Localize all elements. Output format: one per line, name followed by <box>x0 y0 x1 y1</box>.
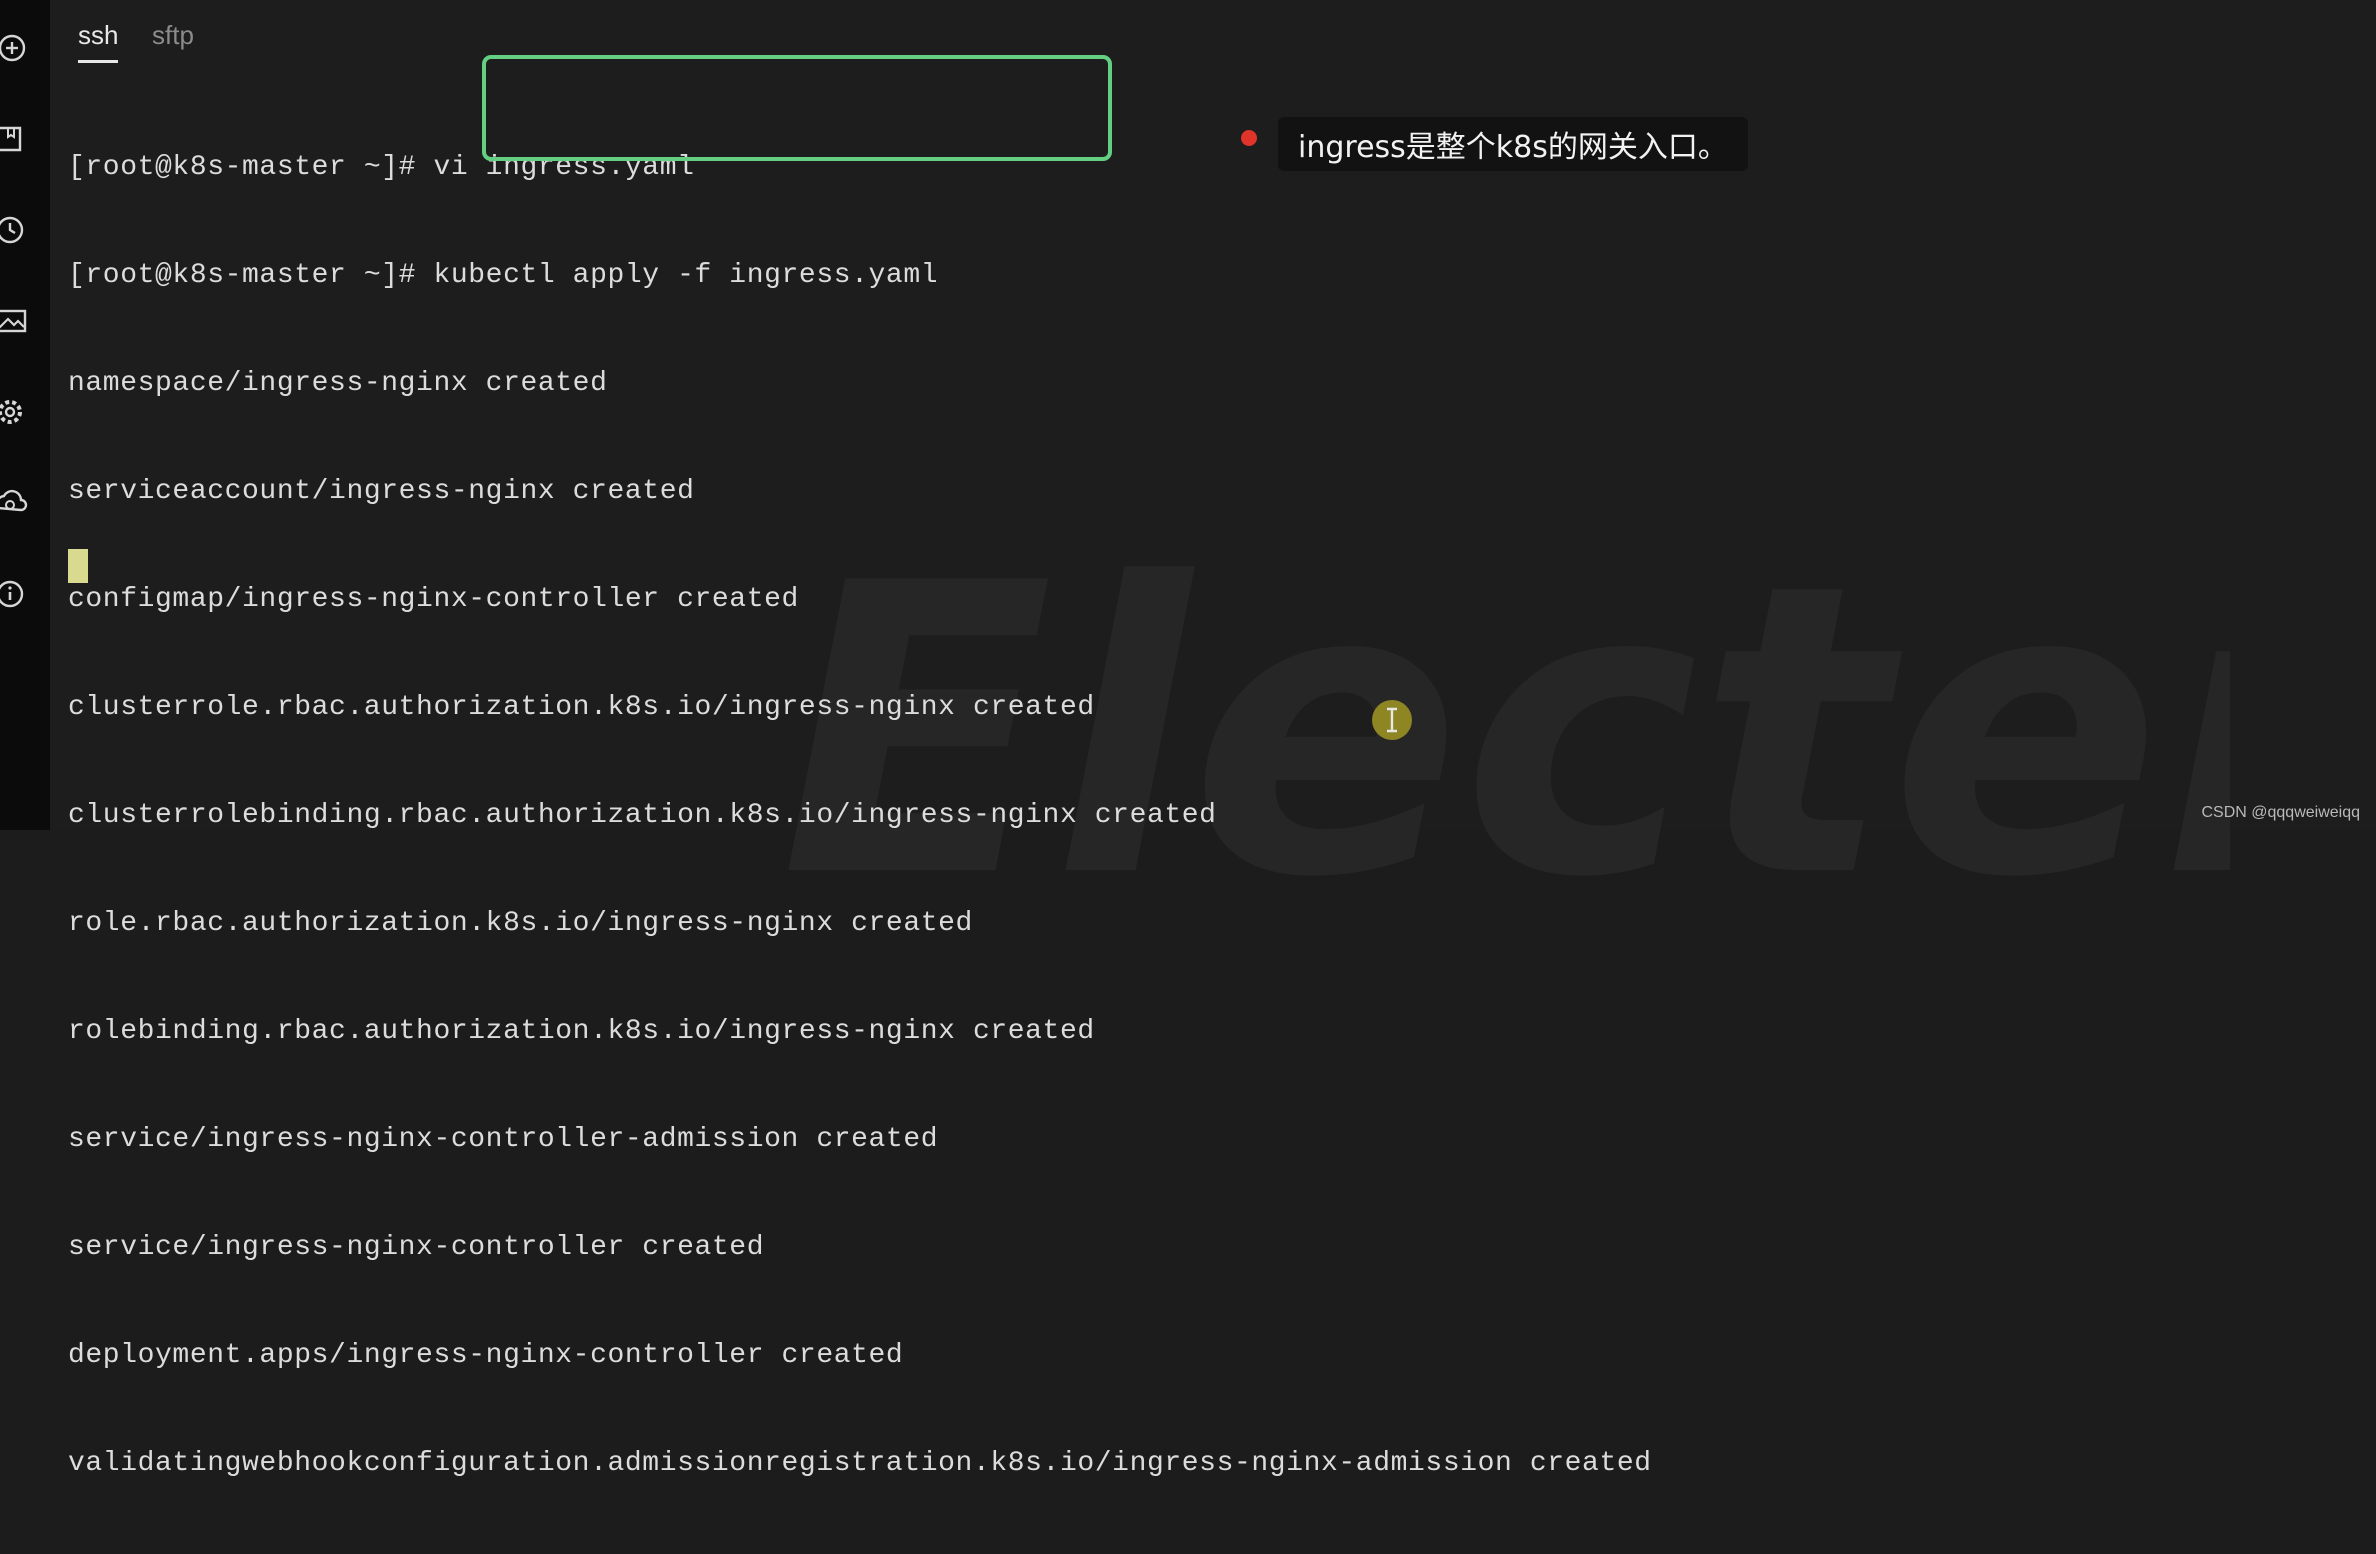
terminal-line: [root@k8s-master ~]# vi ingress.yaml <box>68 152 695 183</box>
left-sidebar <box>0 0 50 830</box>
tab-ssh[interactable]: ssh <box>78 20 119 63</box>
image-icon[interactable] <box>0 306 30 336</box>
history-icon[interactable] <box>0 215 30 245</box>
annotation-dot <box>1241 130 1257 146</box>
terminal-line: service/ingress-nginx-controller-admissi… <box>68 1124 939 1155</box>
terminal-pane[interactable]: ssh sftp Electerm [root@k8s-master ~]# v… <box>50 0 2376 1479</box>
terminal-line: validatingwebhookconfiguration.admission… <box>68 1448 1652 1479</box>
command-highlight-box <box>482 55 1112 161</box>
terminal-line: clusterrole.rbac.authorization.k8s.io/in… <box>68 692 1095 723</box>
cloud-sync-icon[interactable] <box>0 488 30 518</box>
text-cursor-icon <box>1372 700 1412 740</box>
add-icon[interactable] <box>0 33 30 63</box>
terminal-output[interactable]: [root@k8s-master ~]# vi ingress.yaml [ro… <box>68 78 2348 1554</box>
terminal-line: rolebinding.rbac.authorization.k8s.io/in… <box>68 1016 1095 1047</box>
terminal-line: [root@k8s-master ~]# kubectl apply -f in… <box>68 260 939 291</box>
terminal-line: configmap/ingress-nginx-controller creat… <box>68 584 799 615</box>
terminal-cursor <box>68 549 88 583</box>
settings-icon[interactable] <box>0 397 30 427</box>
terminal-line: deployment.apps/ingress-nginx-controller… <box>68 1340 904 1371</box>
bookmark-icon[interactable] <box>0 124 30 154</box>
info-icon[interactable] <box>0 579 30 609</box>
credit-watermark: CSDN @qqqweiweiqq <box>2201 804 2360 821</box>
terminal-line: role.rbac.authorization.k8s.io/ingress-n… <box>68 908 973 939</box>
annotation-label: ingress是整个k8s的网关入口。 <box>1278 117 1748 171</box>
terminal-line: serviceaccount/ingress-nginx created <box>68 476 695 507</box>
terminal-line: namespace/ingress-nginx created <box>68 368 608 399</box>
terminal-line: clusterrolebinding.rbac.authorization.k8… <box>68 800 1217 831</box>
terminal-line: service/ingress-nginx-controller created <box>68 1232 765 1263</box>
tab-sftp[interactable]: sftp <box>152 20 194 60</box>
